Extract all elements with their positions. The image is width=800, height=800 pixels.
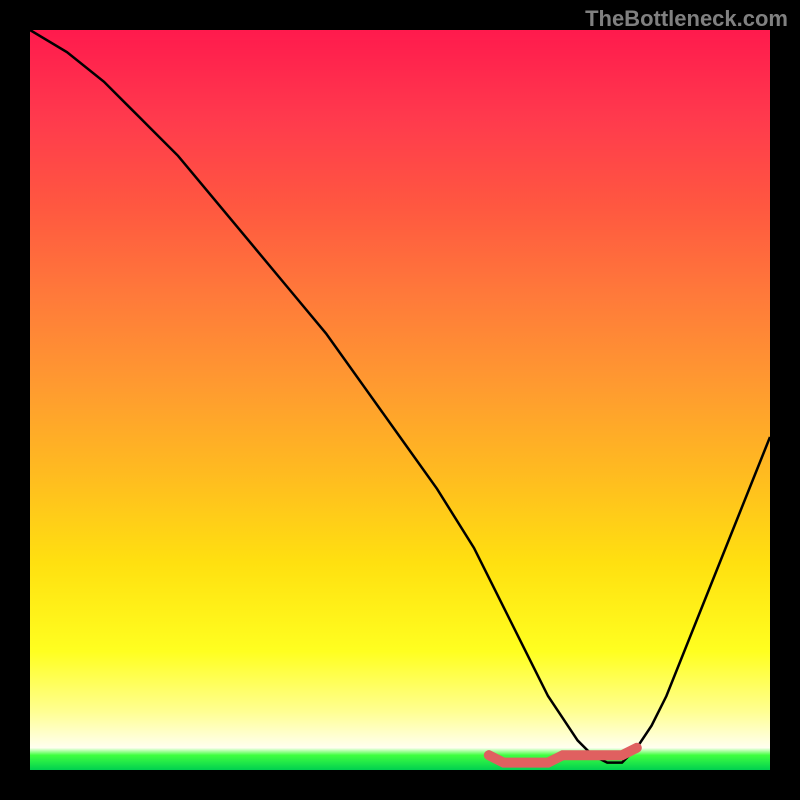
watermark-label: TheBottleneck.com: [585, 6, 788, 32]
curve-overlay: [30, 30, 770, 770]
bottleneck-curve-path: [30, 30, 770, 763]
highlight-segment: [489, 748, 637, 763]
bottleneck-chart: [30, 30, 770, 770]
